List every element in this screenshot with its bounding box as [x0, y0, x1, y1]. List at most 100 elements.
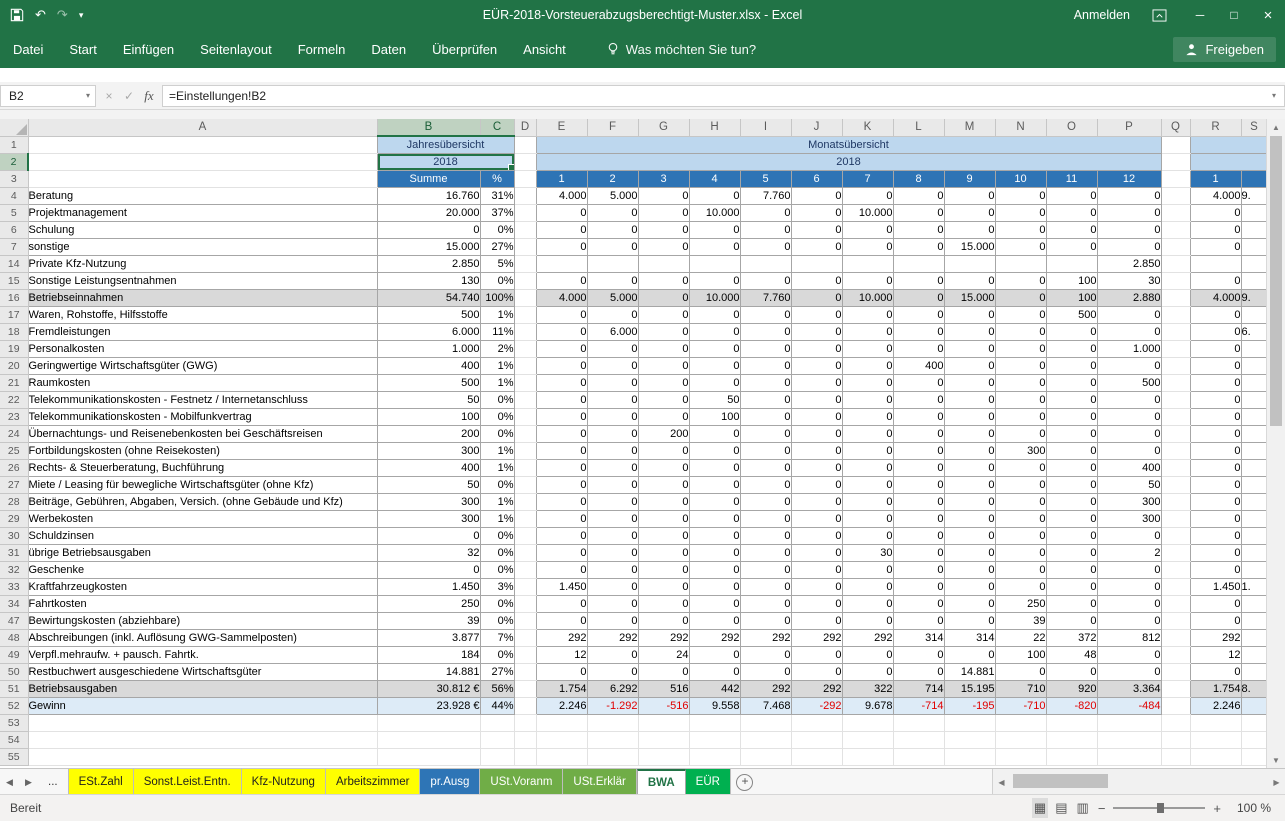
cell-D1[interactable] — [514, 136, 536, 154]
cell-O26[interactable]: 0 — [1046, 460, 1097, 477]
cell-G31[interactable]: 0 — [638, 545, 689, 562]
cell-P34[interactable]: 0 — [1097, 596, 1161, 613]
row-header-29[interactable]: 29 — [0, 511, 28, 528]
cell-E47[interactable]: 0 — [536, 613, 587, 630]
cell-C15[interactable]: 0% — [480, 273, 514, 290]
cell-K16[interactable]: 10.000 — [842, 290, 893, 307]
cell-F4[interactable]: 5.000 — [587, 188, 638, 205]
scroll-right-icon[interactable]: ▶ — [1268, 778, 1285, 787]
cell-G28[interactable]: 0 — [638, 494, 689, 511]
cell-M26[interactable]: 0 — [944, 460, 995, 477]
cell-N32[interactable]: 0 — [995, 562, 1046, 579]
cell-F19[interactable]: 0 — [587, 341, 638, 358]
cell-O5[interactable]: 0 — [1046, 205, 1097, 222]
cell-N19[interactable]: 0 — [995, 341, 1046, 358]
col-header-C[interactable]: C — [480, 119, 514, 136]
cell-R24[interactable]: 0 — [1190, 426, 1241, 443]
cell-B2[interactable]: 2018 — [377, 154, 514, 171]
cell-D4[interactable] — [514, 188, 536, 205]
cell-S54[interactable] — [1241, 732, 1267, 749]
row-header-34[interactable]: 34 — [0, 596, 28, 613]
cell-F50[interactable]: 0 — [587, 664, 638, 681]
cell-F7[interactable]: 0 — [587, 239, 638, 256]
cell-S34[interactable] — [1241, 596, 1267, 613]
cell-C28[interactable]: 1% — [480, 494, 514, 511]
cell-L20[interactable]: 400 — [893, 358, 944, 375]
cell-A24[interactable]: Übernachtungs- und Reisenebenkosten bei … — [28, 426, 377, 443]
cell-S53[interactable] — [1241, 715, 1267, 732]
cell-L3[interactable]: 8 — [893, 171, 944, 188]
ribbon-tab-ansicht[interactable]: Ansicht — [510, 30, 579, 68]
cell-H52[interactable]: 9.558 — [689, 698, 740, 715]
cell-I20[interactable]: 0 — [740, 358, 791, 375]
cell-G4[interactable]: 0 — [638, 188, 689, 205]
sheet-tab-pr.Ausg[interactable]: pr.Ausg — [420, 769, 480, 795]
cell-O28[interactable]: 0 — [1046, 494, 1097, 511]
cell-Q17[interactable] — [1161, 307, 1190, 324]
cell-R19[interactable]: 0 — [1190, 341, 1241, 358]
cell-F33[interactable]: 0 — [587, 579, 638, 596]
row-header-5[interactable]: 5 — [0, 205, 28, 222]
cell-P22[interactable]: 0 — [1097, 392, 1161, 409]
cell-N31[interactable]: 0 — [995, 545, 1046, 562]
cell-H48[interactable]: 292 — [689, 630, 740, 647]
cell-F32[interactable]: 0 — [587, 562, 638, 579]
cell-R55[interactable] — [1190, 749, 1241, 766]
cell-E53[interactable] — [536, 715, 587, 732]
sheet-tab-USt.Erklär[interactable]: USt.Erklär — [563, 769, 636, 795]
cell-J32[interactable]: 0 — [791, 562, 842, 579]
cell-F6[interactable]: 0 — [587, 222, 638, 239]
cell-R22[interactable]: 0 — [1190, 392, 1241, 409]
cell-P54[interactable] — [1097, 732, 1161, 749]
cell-G52[interactable]: -516 — [638, 698, 689, 715]
cell-O51[interactable]: 920 — [1046, 681, 1097, 698]
cell-K25[interactable]: 0 — [842, 443, 893, 460]
row-header-1[interactable]: 1 — [0, 136, 28, 154]
cell-B22[interactable]: 50 — [377, 392, 480, 409]
cell-E33[interactable]: 1.450 — [536, 579, 587, 596]
row-header-31[interactable]: 31 — [0, 545, 28, 562]
cell-H34[interactable]: 0 — [689, 596, 740, 613]
cell-K50[interactable]: 0 — [842, 664, 893, 681]
cell-B6[interactable]: 0 — [377, 222, 480, 239]
cell-H4[interactable]: 0 — [689, 188, 740, 205]
cell-R2[interactable] — [1190, 154, 1267, 171]
cell-L30[interactable]: 0 — [893, 528, 944, 545]
cell-F21[interactable]: 0 — [587, 375, 638, 392]
cell-N50[interactable]: 0 — [995, 664, 1046, 681]
select-all-button[interactable] — [0, 119, 28, 136]
cell-K28[interactable]: 0 — [842, 494, 893, 511]
vertical-scrollbar-thumb[interactable] — [1270, 136, 1282, 426]
col-header-D[interactable]: D — [514, 119, 536, 136]
cell-J5[interactable]: 0 — [791, 205, 842, 222]
cell-H30[interactable]: 0 — [689, 528, 740, 545]
row-header-24[interactable]: 24 — [0, 426, 28, 443]
cell-H6[interactable]: 0 — [689, 222, 740, 239]
cell-O14[interactable] — [1046, 256, 1097, 273]
cell-Q48[interactable] — [1161, 630, 1190, 647]
cell-O29[interactable]: 0 — [1046, 511, 1097, 528]
cell-O6[interactable]: 0 — [1046, 222, 1097, 239]
cell-O23[interactable]: 0 — [1046, 409, 1097, 426]
cell-I30[interactable]: 0 — [740, 528, 791, 545]
cell-I33[interactable]: 0 — [740, 579, 791, 596]
cell-Q28[interactable] — [1161, 494, 1190, 511]
cell-R3[interactable]: 1 — [1190, 171, 1241, 188]
cell-Q7[interactable] — [1161, 239, 1190, 256]
cell-Q20[interactable] — [1161, 358, 1190, 375]
cell-H15[interactable]: 0 — [689, 273, 740, 290]
cell-L5[interactable]: 0 — [893, 205, 944, 222]
cell-N24[interactable]: 0 — [995, 426, 1046, 443]
cell-D29[interactable] — [514, 511, 536, 528]
cell-H25[interactable]: 0 — [689, 443, 740, 460]
cell-L52[interactable]: -714 — [893, 698, 944, 715]
cell-Q14[interactable] — [1161, 256, 1190, 273]
row-header-51[interactable]: 51 — [0, 681, 28, 698]
cell-Q34[interactable] — [1161, 596, 1190, 613]
cell-L31[interactable]: 0 — [893, 545, 944, 562]
cell-S33[interactable]: 1. — [1241, 579, 1267, 596]
cell-N22[interactable]: 0 — [995, 392, 1046, 409]
cell-D33[interactable] — [514, 579, 536, 596]
redo-icon[interactable]: ↷ — [57, 7, 68, 23]
cell-N34[interactable]: 250 — [995, 596, 1046, 613]
